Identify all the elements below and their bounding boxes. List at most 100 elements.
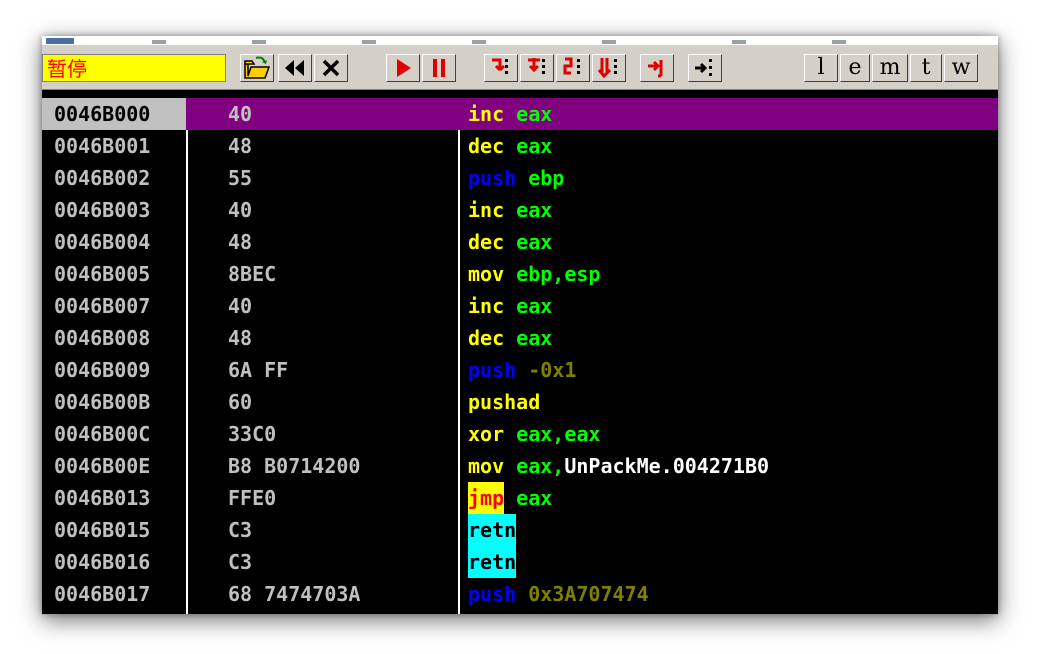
disassembly-cell: pushad <box>468 386 540 418</box>
address-cell: 0046B009 <box>54 358 151 382</box>
disassembly-cell: push ebp <box>468 162 564 194</box>
hex-dump-cell: 48 <box>228 230 253 254</box>
disassembly-row[interactable]: 0046B016 C3 retn <box>42 546 998 578</box>
close-button[interactable] <box>314 54 348 82</box>
modules-window-button[interactable]: e <box>840 54 870 82</box>
mnemonic: push <box>468 166 517 190</box>
execute-till-return-button[interactable] <box>640 54 674 82</box>
operand: 0x3A707474 <box>528 582 649 606</box>
disassembly-row[interactable]: 0046B009 6A FF push -0x1 <box>42 354 998 386</box>
disassembly-row[interactable]: 0046B00B 60 pushad <box>42 386 998 418</box>
disassembly-row[interactable]: 0046B015 C3 retn <box>42 514 998 546</box>
disassembly-row[interactable]: 0046B005 8BEC mov ebp,esp <box>42 258 998 290</box>
memory-window-button[interactable]: m <box>872 54 908 82</box>
mnemonic: inc <box>468 102 505 126</box>
disassembly-cell: xor eax,eax <box>468 418 600 450</box>
return-arrow-icon <box>648 60 663 78</box>
operand: eax <box>516 134 553 158</box>
disassembly-cell: mov ebp,esp <box>468 258 600 290</box>
log-window-button[interactable]: l <box>804 54 838 82</box>
window-top-edge <box>42 36 998 44</box>
disassembly-row[interactable]: 0046B003 40 inc eax <box>42 194 998 226</box>
pause-button[interactable] <box>422 54 456 82</box>
mnemonic: retn <box>468 514 517 546</box>
hex-dump-cell: 33C0 <box>228 422 277 446</box>
status-indicator: 暂停 <box>42 54 226 82</box>
disassembly-row[interactable]: 0046B00E B8 B0714200 mov eax,UnPackMe.0042… <box>42 450 998 482</box>
disassembly-row[interactable]: 0046B017 68 7474703A push 0x3A707474 <box>42 578 998 610</box>
hex-dump-cell: B8 B0714200 <box>228 454 361 478</box>
disassembly-cell: retn <box>468 514 517 546</box>
disassembly-cell: dec eax <box>468 226 552 258</box>
address-cell: 0046B001 <box>54 134 151 158</box>
hex-dump-cell: 40 <box>228 294 253 318</box>
close-icon <box>322 59 340 77</box>
disassembly-row[interactable]: 0046B000 40 inc eax <box>42 98 998 130</box>
disassembly-cell: retn <box>468 546 517 578</box>
disassembly-cell: inc eax <box>468 290 552 322</box>
address-cell: 0046B017 <box>54 582 151 606</box>
hex-dump-cell: 6A FF <box>228 358 289 382</box>
disassembly-row[interactable]: 0046B001 48 dec eax <box>42 130 998 162</box>
step-over-button[interactable] <box>520 54 554 82</box>
mnemonic: dec <box>468 326 505 350</box>
disassembly-cell: dec eax <box>468 130 552 162</box>
hex-dump-cell: 40 <box>228 102 253 126</box>
mnemonic: push <box>468 358 517 382</box>
mnemonic: mov <box>468 454 505 478</box>
goto-arrow-icon <box>695 59 712 76</box>
mnemonic: jmp <box>468 482 505 514</box>
pause-icon <box>433 59 445 77</box>
trace-over-icon <box>597 58 617 79</box>
operand: ebp,esp <box>516 262 601 286</box>
operand: eax <box>516 230 553 254</box>
operand: eax <box>516 102 553 126</box>
operand: eax <box>516 486 553 510</box>
trace-over-button[interactable] <box>592 54 626 82</box>
hex-dump-cell: C3 <box>228 518 253 542</box>
address-cell: 0046B015 <box>54 518 151 542</box>
hex-dump-cell: C3 <box>228 550 253 574</box>
mnemonic: inc <box>468 294 505 318</box>
mnemonic: dec <box>468 230 505 254</box>
disassembly-row[interactable]: 0046B004 48 dec eax <box>42 226 998 258</box>
hex-dump-cell: 60 <box>228 390 253 414</box>
disassembly-row[interactable]: 0046B013 FFE0 jmp eax <box>42 482 998 514</box>
trace-into-button[interactable] <box>556 54 590 82</box>
address-cell: 0046B013 <box>54 486 151 510</box>
threads-window-button[interactable]: t <box>910 54 942 82</box>
disassembly-row[interactable]: 0046B007 40 inc eax <box>42 290 998 322</box>
play-icon <box>397 59 411 77</box>
hex-dump-cell: 48 <box>228 326 253 350</box>
run-button[interactable] <box>386 54 420 82</box>
disassembly-cell: push 0x3A707474 <box>468 578 649 610</box>
windows-window-button[interactable]: w <box>944 54 978 82</box>
disassembly-cell: dec eax <box>468 322 552 354</box>
address-cell: 0046B007 <box>54 294 151 318</box>
hex-dump-cell: 40 <box>228 198 253 222</box>
disassembly-pane[interactable]: 0046B000 40 inc eax 0046B001 48 dec eax 0046B0… <box>42 98 998 610</box>
mnemonic: inc <box>468 198 505 222</box>
address-cell: 0046B004 <box>54 230 151 254</box>
hex-dump-cell: 55 <box>228 166 253 190</box>
address-cell: 0046B00B <box>54 390 151 414</box>
toolbar: 暂停 l e m t w <box>42 44 998 90</box>
disassembly-cell: inc eax <box>468 194 552 226</box>
address-cell: 0046B00E <box>54 454 151 478</box>
hex-dump-cell: 8BEC <box>228 262 277 286</box>
address-cell: 0046B016 <box>54 550 151 574</box>
disassembly-cell: mov eax,UnPackMe.004271B0 <box>468 450 769 482</box>
disassembly-row[interactable]: 0046B00C 33C0 xor eax,eax <box>42 418 998 450</box>
restart-button[interactable] <box>278 54 312 82</box>
disassembly-cell: inc eax <box>468 98 552 130</box>
step-into-button[interactable] <box>484 54 518 82</box>
address-cell: 0046B008 <box>54 326 151 350</box>
mnemonic: push <box>468 582 517 606</box>
disassembly-row[interactable]: 0046B008 48 dec eax <box>42 322 998 354</box>
disassembly-cell: push -0x1 <box>468 354 576 386</box>
open-folder-icon <box>244 56 271 79</box>
goto-button[interactable] <box>688 54 722 82</box>
operand: -0x1 <box>528 358 577 382</box>
open-button[interactable] <box>240 54 274 82</box>
disassembly-row[interactable]: 0046B002 55 push ebp <box>42 162 998 194</box>
